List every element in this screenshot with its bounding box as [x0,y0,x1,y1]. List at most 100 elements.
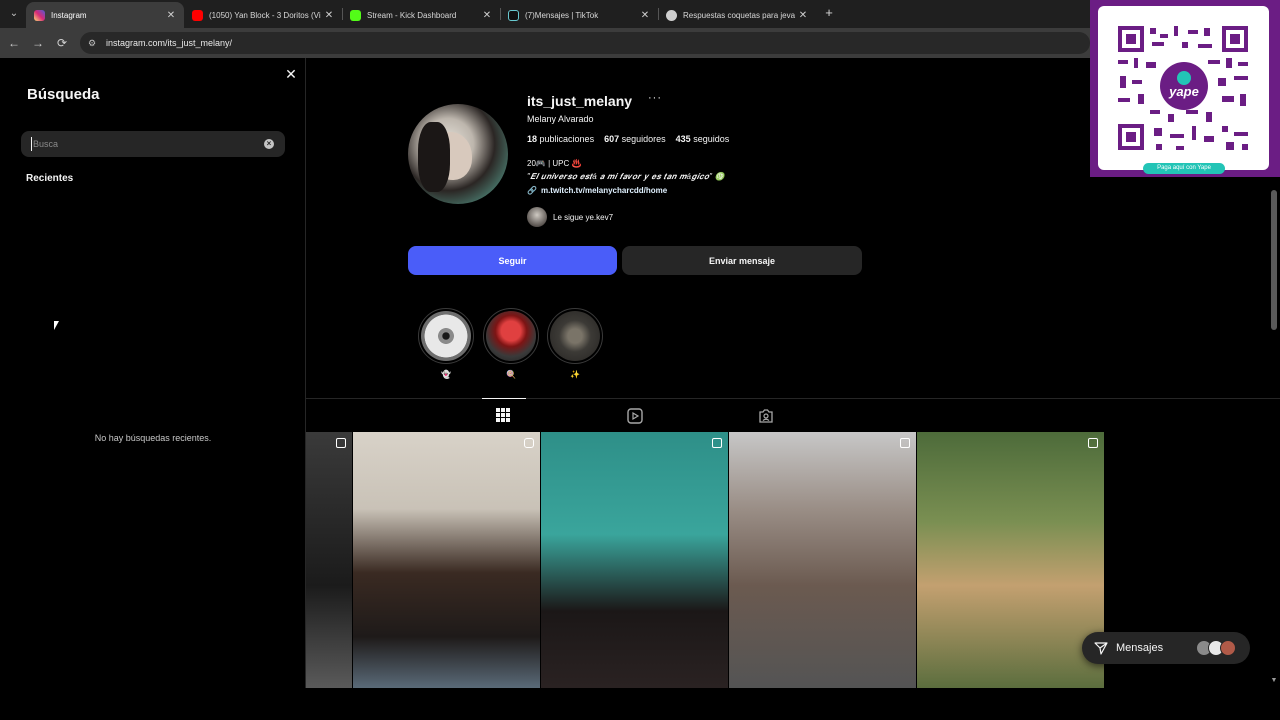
send-message-button[interactable]: Enviar mensaje [622,246,862,275]
forward-arrow-icon[interactable]: → [30,35,46,51]
tab-reels-icon[interactable] [627,408,643,424]
avatar [1220,640,1236,656]
bio-link[interactable]: 🔗 m.twitch.tv/melanycharcdd/home [527,186,667,195]
clear-search-icon[interactable]: × [264,139,274,149]
profile-avatar[interactable] [408,104,508,204]
chatgpt-favicon-icon [666,9,677,21]
post-thumbnail[interactable] [353,432,540,688]
site-info-icon[interactable]: ⚙ [88,38,100,49]
scrollbar-thumb[interactable] [1271,190,1277,330]
qr-code-icon: yape [1118,26,1248,150]
tab-instagram[interactable]: Instagram ✕ [26,2,184,28]
bio-link-text: m.twitch.tv/melanycharcdd/home [540,186,668,195]
highlight-red-image [486,311,536,361]
close-tab-icon[interactable]: ✕ [324,10,334,21]
messages-button[interactable]: Mensajes [1082,632,1250,664]
followers-count: 607 [604,134,620,144]
followers-stat[interactable]: 607 seguidores [604,134,666,144]
search-panel: ✕ Búsqueda × Recientes No hay búsquedas … [0,58,306,688]
highlight-label: 👻 [441,370,451,379]
search-box: × [21,131,285,157]
follower-avatar [527,207,547,227]
instagram-favicon-icon [34,9,45,21]
tab-chatgpt[interactable]: Respuestas coquetas para jeva ✕ [658,2,816,28]
posts-stat[interactable]: 18 publicaciones [527,134,594,144]
highlight-2[interactable] [483,308,539,364]
highlight-label: ✨ [570,370,580,379]
profile-full-name: Melany Alvarado [527,114,594,124]
direct-send-icon [1094,642,1108,655]
reel-icon [712,438,722,448]
close-tab-icon[interactable]: ✕ [482,10,492,21]
tab-youtube[interactable]: (1050) Yan Block - 3 Doritos (Vi ✕ [184,2,342,28]
tab-title: (1050) Yan Block - 3 Doritos (Vi [209,10,321,20]
close-tab-icon[interactable]: ✕ [166,10,176,21]
bio-line-1: 20🎮 | UPC ♨️ [527,159,582,168]
highlight-3[interactable] [547,308,603,364]
recent-heading: Recientes [26,173,74,184]
followed-by-text: Le sigue ye.kev7 [553,212,614,222]
address-bar[interactable]: ⚙ instagram.com/its_just_melany/ [80,32,1090,54]
scroll-down-arrow-icon[interactable]: ▼ [1270,677,1278,685]
bio-line-2: "𝑬𝒍 𝒖𝒏𝒊𝒗𝒆𝒓𝒔𝒐 𝒆𝒔𝒕á 𝒂 𝒎𝒊 𝒇𝒂𝒗𝒐𝒓 𝒚 𝒆𝒔 𝒕𝒂𝒏 𝒎á… [527,172,726,181]
following-count: 435 [675,134,691,144]
tab-title: Respuestas coquetas para jeva [683,10,796,20]
close-search-icon[interactable]: ✕ [284,67,298,81]
close-tab-icon[interactable]: ✕ [640,10,650,21]
tab-search-icon[interactable]: ⌄ [6,6,22,22]
tiktok-favicon-icon [508,9,519,21]
follow-button[interactable]: Seguir [408,246,617,275]
search-input[interactable] [31,137,251,151]
post-thumbnail[interactable] [729,432,916,688]
highlight-label: 🍭 [506,370,516,379]
kick-favicon-icon [350,9,361,21]
url-text: instagram.com/its_just_melany/ [106,38,233,48]
post-thumbnail[interactable] [306,432,352,688]
post-thumbnail[interactable] [917,432,1104,688]
highlight-star-image [550,311,600,361]
posts-label: publicaciones [539,134,595,144]
profile-username: its_just_melany [527,93,633,109]
message-avatars [1196,640,1236,656]
tab-title: Stream - Kick Dashboard [367,10,457,20]
link-icon: 🔗 [527,186,537,195]
tab-title: (7)Mensajes | TikTok [525,10,599,20]
yape-qr-overlay: yape Paga aquí con Yape [1090,0,1280,177]
back-arrow-icon[interactable]: ← [6,35,22,51]
new-tab-button[interactable]: + [822,6,836,20]
profile-tabs [306,398,1280,432]
tab-tiktok[interactable]: (7)Mensajes | TikTok ✕ [500,2,658,28]
posts-count: 18 [527,134,538,144]
more-options-icon[interactable]: ··· [648,92,662,104]
tab-kick[interactable]: Stream - Kick Dashboard ✕ [342,2,500,28]
carousel-icon [1088,438,1098,448]
close-tab-icon[interactable]: ✕ [798,10,808,21]
mouse-cursor-icon [54,321,59,330]
bottom-bar [0,688,1280,720]
highlight-1[interactable] [418,308,474,364]
carousel-icon [900,438,910,448]
tab-title: Instagram [51,10,87,20]
reload-icon[interactable]: ⟳ [54,35,70,51]
post-thumbnail[interactable] [541,432,728,688]
tab-posts-grid-icon[interactable] [496,408,512,424]
following-stat[interactable]: 435 seguidos [676,134,730,144]
carousel-icon [336,438,346,448]
highlight-eye-image [421,311,471,361]
posts-grid [306,432,1104,688]
no-recent-searches-text: No hay búsquedas recientes. [94,433,212,443]
screen: ⌄ Instagram ✕ (1050) Yan Block - 3 Dorit… [0,0,1280,720]
search-panel-title: Búsqueda [27,86,100,103]
qr-caption: Paga aquí con Yape [1143,163,1225,174]
qr-code-card: yape [1098,6,1269,170]
reel-icon [524,438,534,448]
youtube-favicon-icon [192,9,203,21]
svg-text:yape: yape [1168,84,1199,99]
browser-tab-bar: ⌄ Instagram ✕ (1050) Yan Block - 3 Dorit… [0,0,1280,28]
tab-tagged-icon[interactable] [758,408,774,424]
followed-by[interactable]: Le sigue ye.kev7 [527,207,613,227]
active-tab-indicator [482,398,526,399]
followers-label: seguidores [621,134,666,144]
profile-stats: 18 publicaciones 607 seguidores 435 segu… [527,134,729,144]
browser-toolbar: ← → ⟳ ⚙ instagram.com/its_just_melany/ [0,28,1280,58]
